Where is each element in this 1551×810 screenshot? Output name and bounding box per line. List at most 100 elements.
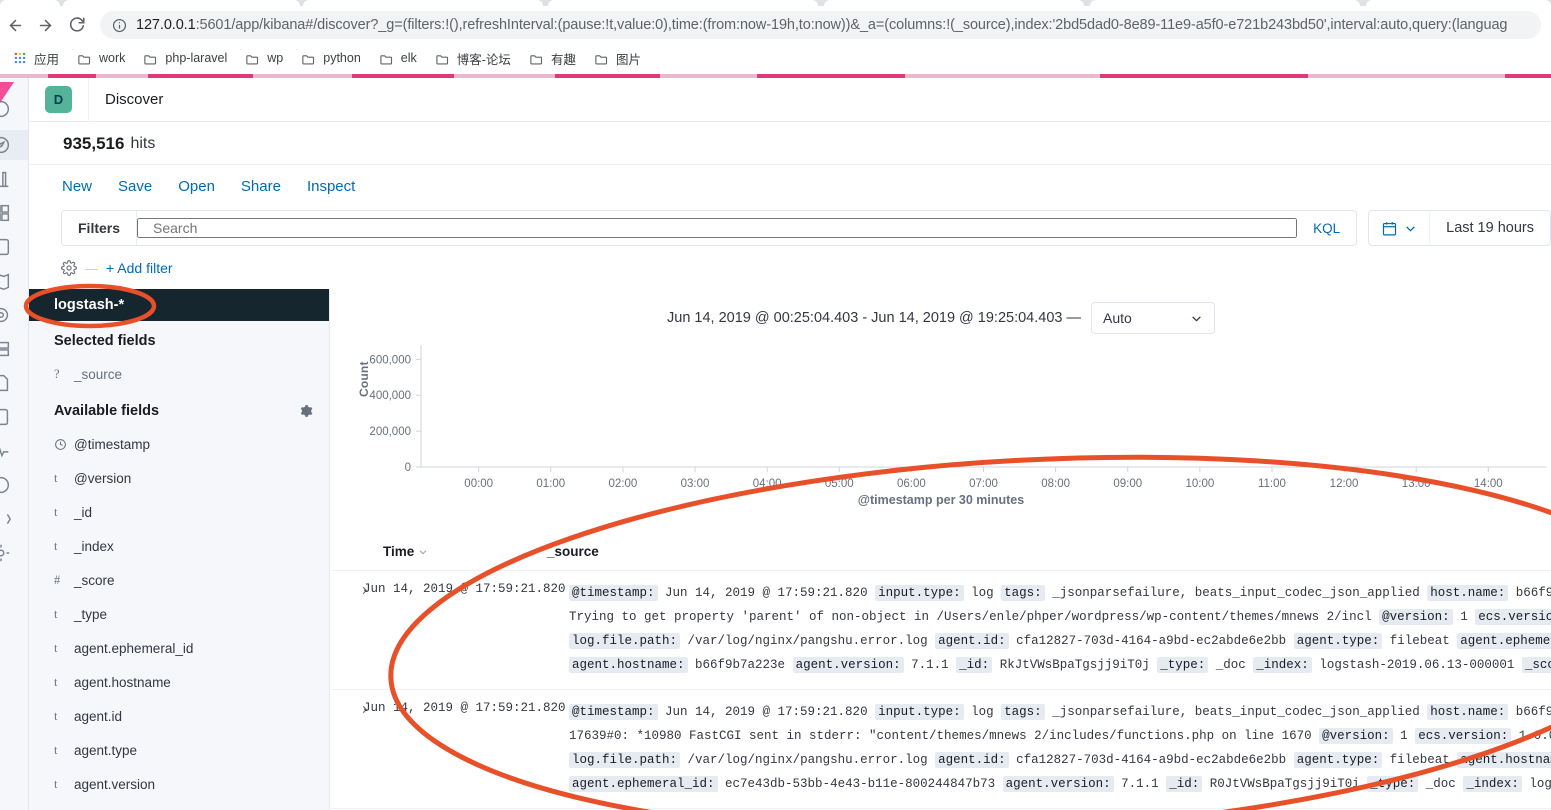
infrastructure-icon[interactable]	[0, 338, 12, 360]
folder-icon	[78, 54, 91, 64]
field-item--id[interactable]: t _id	[29, 495, 329, 529]
bookmark-item[interactable]: wp	[236, 46, 292, 70]
dev-tools-icon[interactable]	[0, 508, 12, 530]
field-settings-gear-icon[interactable]	[299, 404, 313, 418]
bookmark-item[interactable]: 应用	[4, 46, 68, 70]
source-field-value: filebeat	[1389, 634, 1450, 648]
x-axis-tick-label: 00:00	[464, 478, 493, 490]
table-body: Jun 14, 2019 @ 17:59:21.820 @timestamp: J…	[331, 571, 1551, 809]
logs-icon[interactable]	[0, 372, 12, 394]
index-pattern-selector[interactable]: logstash-*	[29, 289, 329, 321]
chart-canvas[interactable]: 0 200,000 400,000 600,000 00:00 01:00 02:00 03:…	[331, 335, 1551, 505]
time-range-value[interactable]: Last 19 hours	[1430, 220, 1550, 236]
field-name: agent.hostname	[74, 674, 171, 690]
calendar-icon	[1383, 221, 1397, 235]
field-item--index[interactable]: t _index	[29, 529, 329, 563]
source-field-value: cfa12827-703d-4164-a9bd-ec2abde6e2bb	[1016, 634, 1287, 648]
table-row[interactable]: Jun 14, 2019 @ 17:59:21.820 @timestamp: J…	[331, 571, 1551, 690]
y-axis-tick-label: 200,000	[369, 426, 411, 438]
column-header-time[interactable]: Time	[331, 544, 541, 559]
source-line: log.file.path: /var/log/nginx/pangshu.er…	[569, 629, 1551, 653]
histogram-chart[interactable]: Count 0 200,000 400,000 600,000 00:00 01:00 02…	[331, 335, 1551, 505]
machine-learning-icon[interactable]	[0, 304, 12, 326]
source-field-key: _score:	[1521, 657, 1551, 673]
bookmarks-bar: 应用 work php-laravel wp python elk 博客-论坛 有趣 图片	[0, 44, 1551, 72]
field-item-agent-ephemeral-id[interactable]: t agent.ephemeral_id	[29, 631, 329, 665]
field-type-icon: ?	[54, 366, 60, 381]
maps-icon[interactable]	[0, 270, 12, 292]
toolbar-link-new[interactable]: New	[62, 178, 92, 195]
source-field-value: Jun 14, 2019 @ 17:59:21.820	[665, 705, 868, 719]
search-input[interactable]	[137, 218, 1298, 238]
source-field-key: _index:	[1253, 657, 1312, 673]
bookmark-item[interactable]: elk	[370, 46, 426, 70]
calendar-quick-select[interactable]	[1369, 210, 1431, 246]
bookmark-item[interactable]: 博客-论坛	[426, 46, 520, 70]
site-info-icon[interactable]	[112, 18, 127, 33]
source-field-key: ecs.version:	[1475, 609, 1551, 625]
toolbar-link-share[interactable]: Share	[241, 178, 281, 195]
home-icon[interactable]	[0, 98, 12, 120]
bookmark-label: work	[99, 51, 126, 65]
field-item--score[interactable]: # _score	[29, 563, 329, 597]
source-field-key: host.name:	[1427, 585, 1509, 601]
source-field-value: ec7e43db-53bb-4e43-b11e-800244847b73	[725, 777, 996, 791]
field-item-agent-hostname[interactable]: t agent.hostname	[29, 665, 329, 699]
bookmark-label: elk	[400, 51, 417, 65]
forward-button[interactable]	[30, 10, 60, 40]
kibana-app: D Discover 935,516 hits New Save Open Share…	[0, 77, 1551, 810]
field-item--timestamp[interactable]: @timestamp	[29, 427, 329, 461]
address-bar[interactable]: 127.0.0.1:5601/app/kibana#/discover?_g=(…	[100, 11, 1541, 39]
reload-button[interactable]	[60, 10, 94, 40]
field-item--source[interactable]: ? _source	[29, 357, 329, 391]
hits-row: 935,516 hits	[29, 123, 1551, 165]
field-item-ecs-version[interactable]: tecs.version	[29, 801, 329, 810]
field-name: _score	[74, 572, 115, 588]
time-picker[interactable]: Last 19 hours	[1368, 210, 1551, 246]
expand-row-icon[interactable]	[331, 581, 368, 677]
field-name: @version	[74, 470, 132, 486]
x-axis-tick-label: 10:00	[1185, 478, 1214, 490]
visualize-icon[interactable]	[0, 168, 12, 190]
field-item--type[interactable]: t _type	[29, 597, 329, 631]
bookmark-item[interactable]: 图片	[585, 46, 650, 70]
interval-select[interactable]: Auto	[1091, 302, 1215, 334]
bookmark-item[interactable]: python	[292, 46, 370, 70]
dashboard-icon[interactable]	[0, 202, 12, 224]
source-field-value: b66f9b7a2	[1515, 705, 1551, 719]
field-type-icon: t	[54, 776, 58, 791]
canvas-icon[interactable]	[0, 236, 12, 258]
table-row[interactable]: Jun 14, 2019 @ 17:59:21.820 @timestamp: J…	[331, 690, 1551, 809]
expand-row-icon[interactable]	[331, 700, 368, 796]
folder-icon	[302, 54, 315, 64]
siem-icon[interactable]	[0, 474, 12, 496]
bookmark-item[interactable]: 有趣	[520, 46, 585, 70]
toolbar-link-open[interactable]: Open	[178, 178, 215, 195]
field-item--version[interactable]: t @version	[29, 461, 329, 495]
back-button[interactable]	[0, 10, 30, 40]
field-type-icon: t	[54, 606, 58, 621]
search-box[interactable]: Filters KQL	[61, 210, 1358, 246]
query-language-button[interactable]: KQL	[1297, 221, 1356, 236]
source-field-value: log	[971, 705, 994, 719]
filters-button[interactable]: Filters	[62, 211, 138, 245]
field-item-agent-type[interactable]: t agent.type	[29, 733, 329, 767]
x-axis-tick-label: 11:00	[1258, 478, 1286, 490]
gear-icon[interactable]	[61, 260, 77, 276]
field-name: agent.version	[74, 776, 156, 792]
add-filter-button[interactable]: + Add filter	[106, 260, 173, 276]
field-item-agent-id[interactable]: t agent.id	[29, 699, 329, 733]
url-host: 127.0.0.1	[136, 17, 196, 33]
field-item-agent-version[interactable]: t agent.version	[29, 767, 329, 801]
management-icon[interactable]	[0, 542, 12, 564]
x-axis-tick-label: 04:00	[753, 478, 782, 490]
bookmark-item[interactable]: work	[68, 46, 134, 70]
toolbar-link-save[interactable]: Save	[118, 178, 152, 195]
apm-icon[interactable]	[0, 406, 12, 428]
bookmark-item[interactable]: php-laravel	[134, 46, 236, 70]
toolbar-link-inspect[interactable]: Inspect	[307, 178, 355, 195]
discover-icon[interactable]	[0, 134, 12, 156]
uptime-icon[interactable]	[0, 440, 12, 462]
column-header-source[interactable]: _source	[541, 544, 599, 559]
field-type-icon: t	[54, 470, 58, 485]
